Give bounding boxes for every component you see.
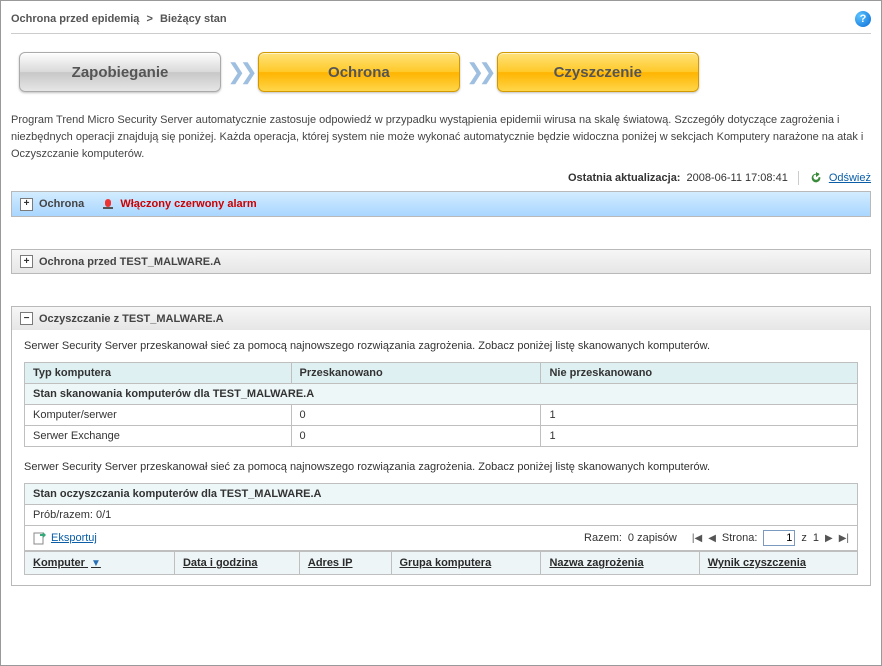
last-update-label: Ostatnia aktualizacja: [568, 172, 681, 184]
col-computer-type: Typ komputera [25, 363, 292, 384]
panel-protection-malware: + Ochrona przed TEST_MALWARE.A [11, 249, 871, 274]
cell-scanned: 0 [291, 405, 541, 426]
col-threat[interactable]: Nazwa zagrożenia [541, 552, 699, 575]
alarm-icon [102, 197, 114, 211]
expand-toggle[interactable]: + [20, 255, 33, 268]
step-arrow-icon: ❯❯ [466, 59, 491, 85]
breadcrumb-page: Bieżący stan [160, 13, 227, 25]
panel-title: Oczyszczanie z TEST_MALWARE.A [39, 313, 224, 325]
panel-cleanup-malware: − Oczyszczanie z TEST_MALWARE.A Serwer S… [11, 306, 871, 586]
attempts-value: 0/1 [96, 509, 111, 521]
alarm-text: Włączony czerwony alarm [120, 198, 256, 210]
col-datetime[interactable]: Data i godzina [174, 552, 299, 575]
help-icon[interactable]: ? [855, 11, 871, 27]
divider [798, 171, 799, 185]
clean-table-caption: Stan oczyszczania komputerów dla TEST_MA… [25, 484, 858, 505]
panel-title: Ochrona [39, 198, 84, 210]
col-computer-label: Komputer [33, 557, 85, 569]
table-row: Serwer Exchange 0 1 [25, 426, 858, 447]
col-group[interactable]: Grupa komputera [391, 552, 541, 575]
page-first-icon[interactable]: |◀ [692, 533, 702, 544]
page-last-icon[interactable]: ▶| [839, 533, 849, 544]
cell-type: Komputer/serwer [25, 405, 292, 426]
page-of: z [801, 532, 807, 544]
page-total: 1 [813, 532, 819, 544]
scan-description: Serwer Security Server przeskanował sieć… [24, 340, 858, 352]
scan-table-caption: Stan skanowania komputerów dla TEST_MALW… [25, 384, 858, 405]
total-value: 0 zapisów [628, 532, 677, 544]
collapse-toggle[interactable]: − [20, 312, 33, 325]
export-link[interactable]: Eksportuj [51, 532, 97, 544]
breadcrumb: Ochrona przed epidemią > Bieżący stan [11, 13, 227, 25]
step-arrow-icon: ❯❯ [227, 59, 252, 85]
step-prevent[interactable]: Zapobieganie [19, 52, 221, 92]
breadcrumb-sep: > [146, 13, 152, 25]
last-update-value: 2008-06-11 17:08:41 [686, 172, 787, 184]
col-scanned: Przeskanowano [291, 363, 541, 384]
col-result[interactable]: Wynik czyszczenia [699, 552, 857, 575]
intro-text: Program Trend Micro Security Server auto… [11, 112, 871, 163]
refresh-icon[interactable] [809, 171, 823, 185]
step-protect[interactable]: Ochrona [258, 52, 460, 92]
table-row: Komputer/serwer 0 1 [25, 405, 858, 426]
step-wizard: Zapobieganie ❯❯ Ochrona ❯❯ Czyszczenie [11, 34, 871, 106]
expand-toggle[interactable]: + [20, 198, 33, 211]
sort-desc-icon: ▼ [91, 558, 101, 569]
step-clean[interactable]: Czyszczenie [497, 52, 699, 92]
page-label: Strona: [722, 532, 757, 544]
cell-scanned: 0 [291, 426, 541, 447]
col-computer[interactable]: Komputer ▼ [25, 552, 175, 575]
clean-description: Serwer Security Server przeskanował sieć… [24, 461, 858, 473]
page-prev-icon[interactable]: ◀ [708, 533, 716, 544]
scan-status-table: Stan skanowania komputerów dla TEST_MALW… [24, 362, 858, 447]
attempts-cell: Prób/razem: 0/1 [25, 505, 858, 526]
step-prevent-label: Zapobieganie [72, 64, 169, 81]
clean-status-table: Stan oczyszczania komputerów dla TEST_MA… [24, 483, 858, 526]
export-icon [33, 531, 47, 545]
attempts-label: Prób/razem: [33, 509, 93, 521]
cell-not-scanned: 1 [541, 405, 858, 426]
panel-protection: + Ochrona Włączony czerwony alarm [11, 191, 871, 217]
cell-not-scanned: 1 [541, 426, 858, 447]
col-not-scanned: Nie przeskanowano [541, 363, 858, 384]
page-next-icon[interactable]: ▶ [825, 533, 833, 544]
step-clean-label: Czyszczenie [554, 64, 642, 81]
cell-type: Serwer Exchange [25, 426, 292, 447]
refresh-link[interactable]: Odśwież [829, 172, 871, 184]
toolbar-row: Eksportuj Razem: 0 zapisów |◀ ◀ Strona: … [24, 526, 858, 551]
col-ip[interactable]: Adres IP [299, 552, 391, 575]
total-label: Razem: [584, 532, 622, 544]
step-protect-label: Ochrona [328, 64, 390, 81]
page-input[interactable] [763, 530, 795, 546]
breadcrumb-group: Ochrona przed epidemią [11, 13, 139, 25]
results-table-header: Komputer ▼ Data i godzina Adres IP Grupa… [24, 551, 858, 575]
panel-title: Ochrona przed TEST_MALWARE.A [39, 256, 221, 268]
